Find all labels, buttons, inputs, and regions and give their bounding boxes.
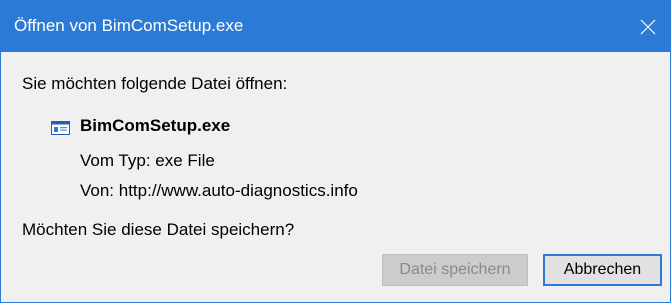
file-name: BimComSetup.exe <box>80 116 231 135</box>
close-button[interactable] <box>626 1 670 52</box>
close-icon <box>640 19 656 34</box>
cancel-button[interactable]: Abbrechen <box>543 254 662 286</box>
title-bar: Öffnen von BimComSetup.exe <box>1 1 670 52</box>
application-file-icon <box>51 121 70 135</box>
file-source: Von: http://www.auto-diagnostics.info <box>80 181 358 200</box>
open-prompt: Sie möchten folgende Datei öffnen: <box>22 74 288 93</box>
dialog-content: Sie möchten folgende Datei öffnen: BimCo… <box>1 52 670 302</box>
save-file-button[interactable]: Datei speichern <box>382 254 528 286</box>
save-question: Möchten Sie diese Datei speichern? <box>22 220 295 239</box>
dialog-title: Öffnen von BimComSetup.exe <box>14 16 244 35</box>
file-type: Vom Typ: exe File <box>80 151 215 170</box>
file-open-dialog: Öffnen von BimComSetup.exe Sie möchten f… <box>0 0 671 303</box>
